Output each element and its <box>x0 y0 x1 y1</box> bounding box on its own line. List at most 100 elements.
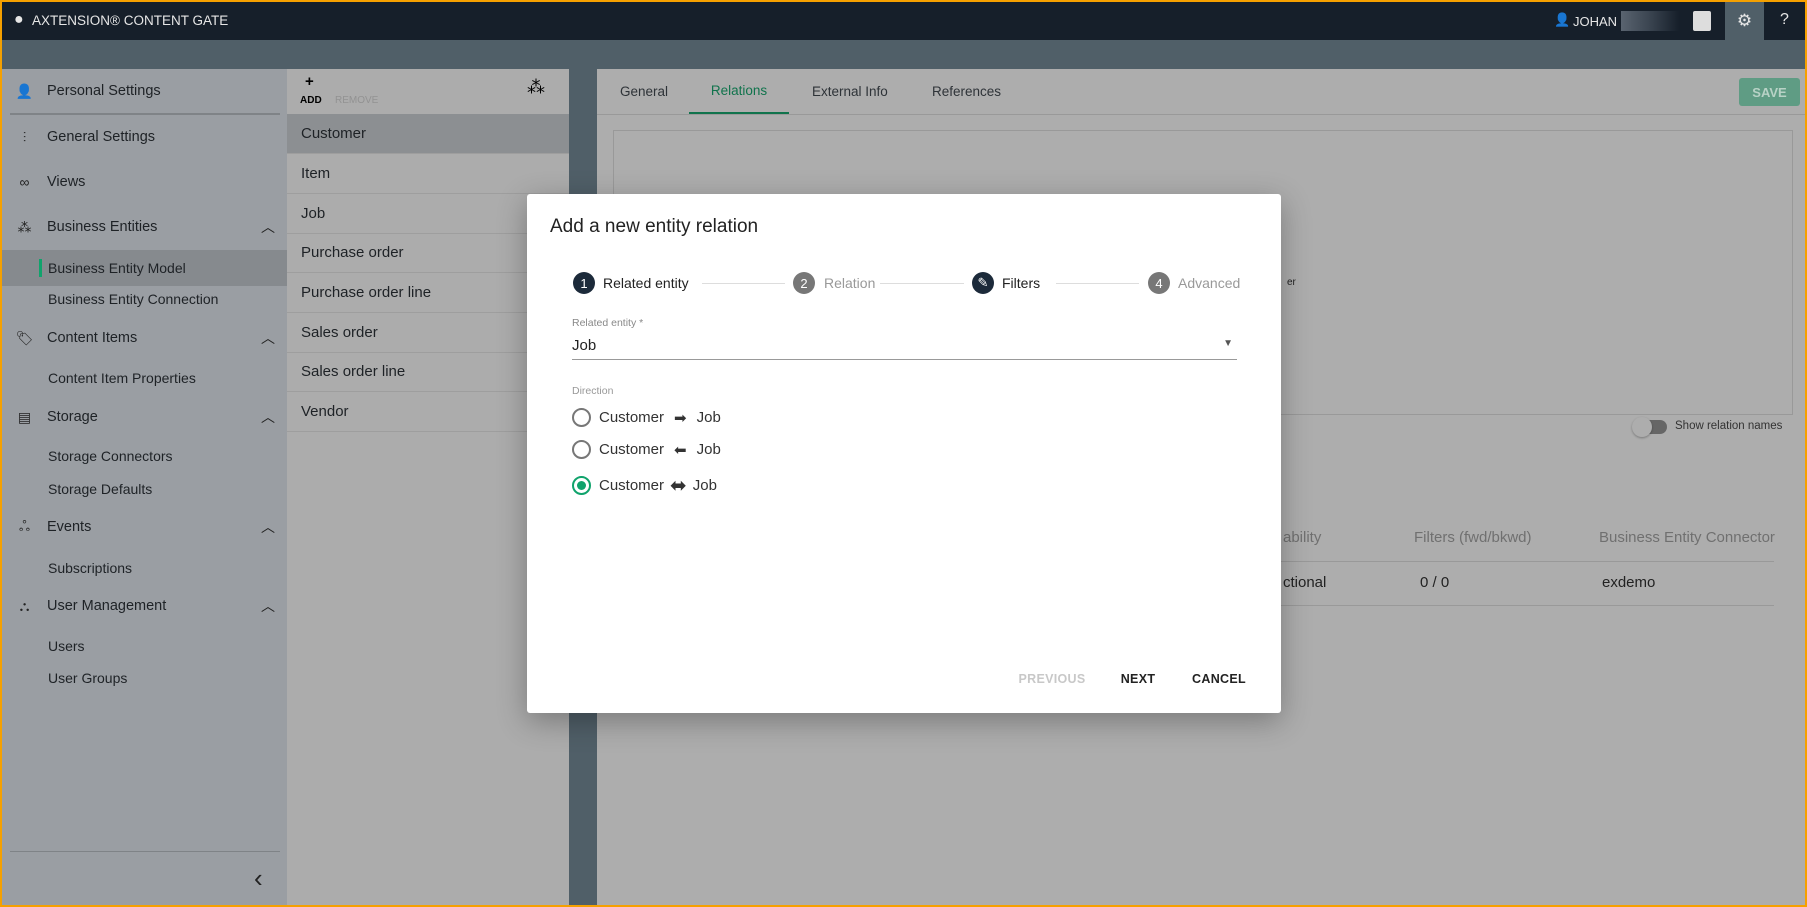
arrow-both-icon: ⬌ <box>670 475 687 497</box>
help-icon[interactable]: ? <box>1780 11 1789 29</box>
radio[interactable] <box>572 440 591 459</box>
column-header: Filters (fwd/bkwd) <box>1414 529 1532 546</box>
direction-label: Direction <box>572 385 614 397</box>
label: Business Entity Model <box>48 260 186 276</box>
to: Job <box>692 477 717 494</box>
sidebar-item-business-entities[interactable]: ⁂ Business Entities ︿ <box>2 209 287 245</box>
label: General <box>620 84 669 99</box>
chevron-up-icon[interactable]: ︿ <box>261 517 275 537</box>
related-entity-select[interactable]: Job ▼ <box>572 334 1237 360</box>
sidebar-item-business-entity-connection[interactable]: Business Entity Connection <box>2 281 287 317</box>
pencil-icon[interactable]: ✎ <box>972 272 994 294</box>
tab-references[interactable]: References <box>932 69 1001 114</box>
hierarchy-icon: ⁂ <box>17 218 32 235</box>
remove-button[interactable]: REMOVE <box>335 95 378 106</box>
label: Views <box>47 174 86 190</box>
sidebar-item-user-groups[interactable]: User Groups <box>2 660 287 696</box>
label: References <box>932 84 1002 99</box>
step-connector <box>1056 283 1139 284</box>
collapse-chevron-icon[interactable]: ‹ <box>254 863 263 894</box>
next-button[interactable]: NEXT <box>1121 672 1156 686</box>
selected-indicator <box>39 259 42 277</box>
show-relation-names-toggle[interactable] <box>1632 417 1667 437</box>
step-3-label[interactable]: Filters <box>1002 275 1040 291</box>
list-item-customer[interactable]: Customer <box>287 114 569 154</box>
step-2-label[interactable]: Relation <box>824 275 875 291</box>
add-relation-dialog: Add a new entity relation 1 Related enti… <box>527 194 1281 713</box>
graph-node-label: er <box>1287 277 1296 288</box>
sidebar-item-storage-defaults[interactable]: Storage Defaults <box>2 471 287 507</box>
toggle-thumb <box>1632 417 1652 437</box>
chevron-up-icon[interactable]: ︿ <box>261 217 275 237</box>
tab-relations[interactable]: Relations <box>689 69 789 114</box>
label: Business Entities <box>47 219 158 235</box>
label: Content Item Properties <box>48 370 196 386</box>
sidebar-item-content-items[interactable]: 🏷 Content Items ︿ <box>2 320 287 356</box>
cancel-button[interactable]: CANCEL <box>1192 672 1246 686</box>
chevron-up-icon[interactable]: ︿ <box>261 596 275 616</box>
step-1-badge[interactable]: 1 <box>573 272 595 294</box>
sidebar-item-general-settings[interactable]: ⫶ General Settings <box>2 119 287 155</box>
logo-icon: ● <box>14 11 24 28</box>
label: Personal Settings <box>47 83 161 99</box>
radio[interactable] <box>572 408 591 427</box>
top-bar: ● AXTENSION® CONTENT GATE 👤 JOHAN ⚙ ? <box>2 2 1805 40</box>
list-item[interactable]: Item <box>287 154 569 194</box>
add-button[interactable]: ADD <box>300 95 322 106</box>
user-icon: 👤 <box>1554 12 1571 27</box>
column-header: ability <box>1283 529 1322 546</box>
direction-option-backward[interactable]: Customer ⬅ Job <box>572 440 721 459</box>
sidebar-item-user-management[interactable]: ⛬ User Management ︿ <box>2 588 287 624</box>
sidebar-item-views[interactable]: ∞ Views <box>2 164 287 200</box>
app-title: AXTENSION® CONTENT GATE <box>32 13 229 28</box>
sidebar-item-storage-connectors[interactable]: Storage Connectors <box>2 438 287 474</box>
label: Content Items <box>47 330 138 346</box>
direction-option-bidirectional[interactable]: Customer ⬌ Job <box>572 473 717 498</box>
label: Storage <box>47 409 98 425</box>
user-name[interactable]: JOHAN <box>1573 14 1617 29</box>
previous-button[interactable]: PREVIOUS <box>1019 672 1086 686</box>
sidebar-item-subscriptions[interactable]: Subscriptions <box>2 550 287 586</box>
radio-selected[interactable] <box>572 476 591 495</box>
tag-icon: 🏷 <box>15 329 34 346</box>
sidebar-item-users[interactable]: Users <box>2 628 287 664</box>
step-4-label[interactable]: Advanced <box>1178 275 1240 291</box>
org-chart-icon: ⛬ <box>19 597 30 614</box>
cell: 0 / 0 <box>1420 574 1450 591</box>
sidebar-item-storage[interactable]: ▤ Storage ︿ <box>2 399 287 435</box>
cell: ctional <box>1283 574 1327 591</box>
sub-bar <box>2 40 1805 69</box>
sidebar-item-events[interactable]: ஃ Events ︿ <box>2 509 287 545</box>
cell: exdemo <box>1602 574 1656 591</box>
dropdown-arrow-icon: ▼ <box>1223 338 1233 349</box>
tab-divider <box>597 114 1805 115</box>
save-button[interactable]: SAVE <box>1739 78 1800 106</box>
step-1-label[interactable]: Related entity <box>603 275 689 291</box>
entity-graph-icon[interactable]: ⁂ <box>527 77 545 98</box>
sliders-icon: ⫶ <box>22 128 27 145</box>
from: Customer <box>599 441 665 458</box>
step-2-badge[interactable]: 2 <box>793 272 815 294</box>
direction-option-forward[interactable]: Customer ➡ Job <box>572 408 721 427</box>
chevron-up-icon[interactable]: ︿ <box>261 407 275 427</box>
from: Customer <box>599 409 665 426</box>
column-header: Business Entity Connector <box>1599 529 1775 546</box>
add-icon[interactable]: + <box>305 73 314 90</box>
to: Job <box>696 409 721 426</box>
sidebar-item-personal-settings[interactable]: 👤 Personal Settings <box>2 73 287 109</box>
tab-external-info[interactable]: External Info <box>812 69 888 114</box>
table-row[interactable]: ctional 0 / 0 exdemo <box>1277 562 1774 606</box>
sidebar-item-content-item-properties[interactable]: Content Item Properties <box>2 360 287 396</box>
toggle-label: Show relation names <box>1675 420 1783 432</box>
label: Relations <box>710 83 768 98</box>
step-4-badge[interactable]: 4 <box>1148 272 1170 294</box>
tab-general[interactable]: General <box>620 69 668 114</box>
label: Item <box>301 165 331 182</box>
gear-icon[interactable]: ⚙ <box>1725 2 1764 40</box>
chevron-up-icon[interactable]: ︿ <box>261 328 275 348</box>
step-connector <box>702 283 785 284</box>
label: Customer <box>301 125 367 142</box>
label: Sales order <box>301 324 378 341</box>
clipboard-icon[interactable] <box>1693 11 1711 31</box>
label: Purchase order <box>301 244 404 261</box>
